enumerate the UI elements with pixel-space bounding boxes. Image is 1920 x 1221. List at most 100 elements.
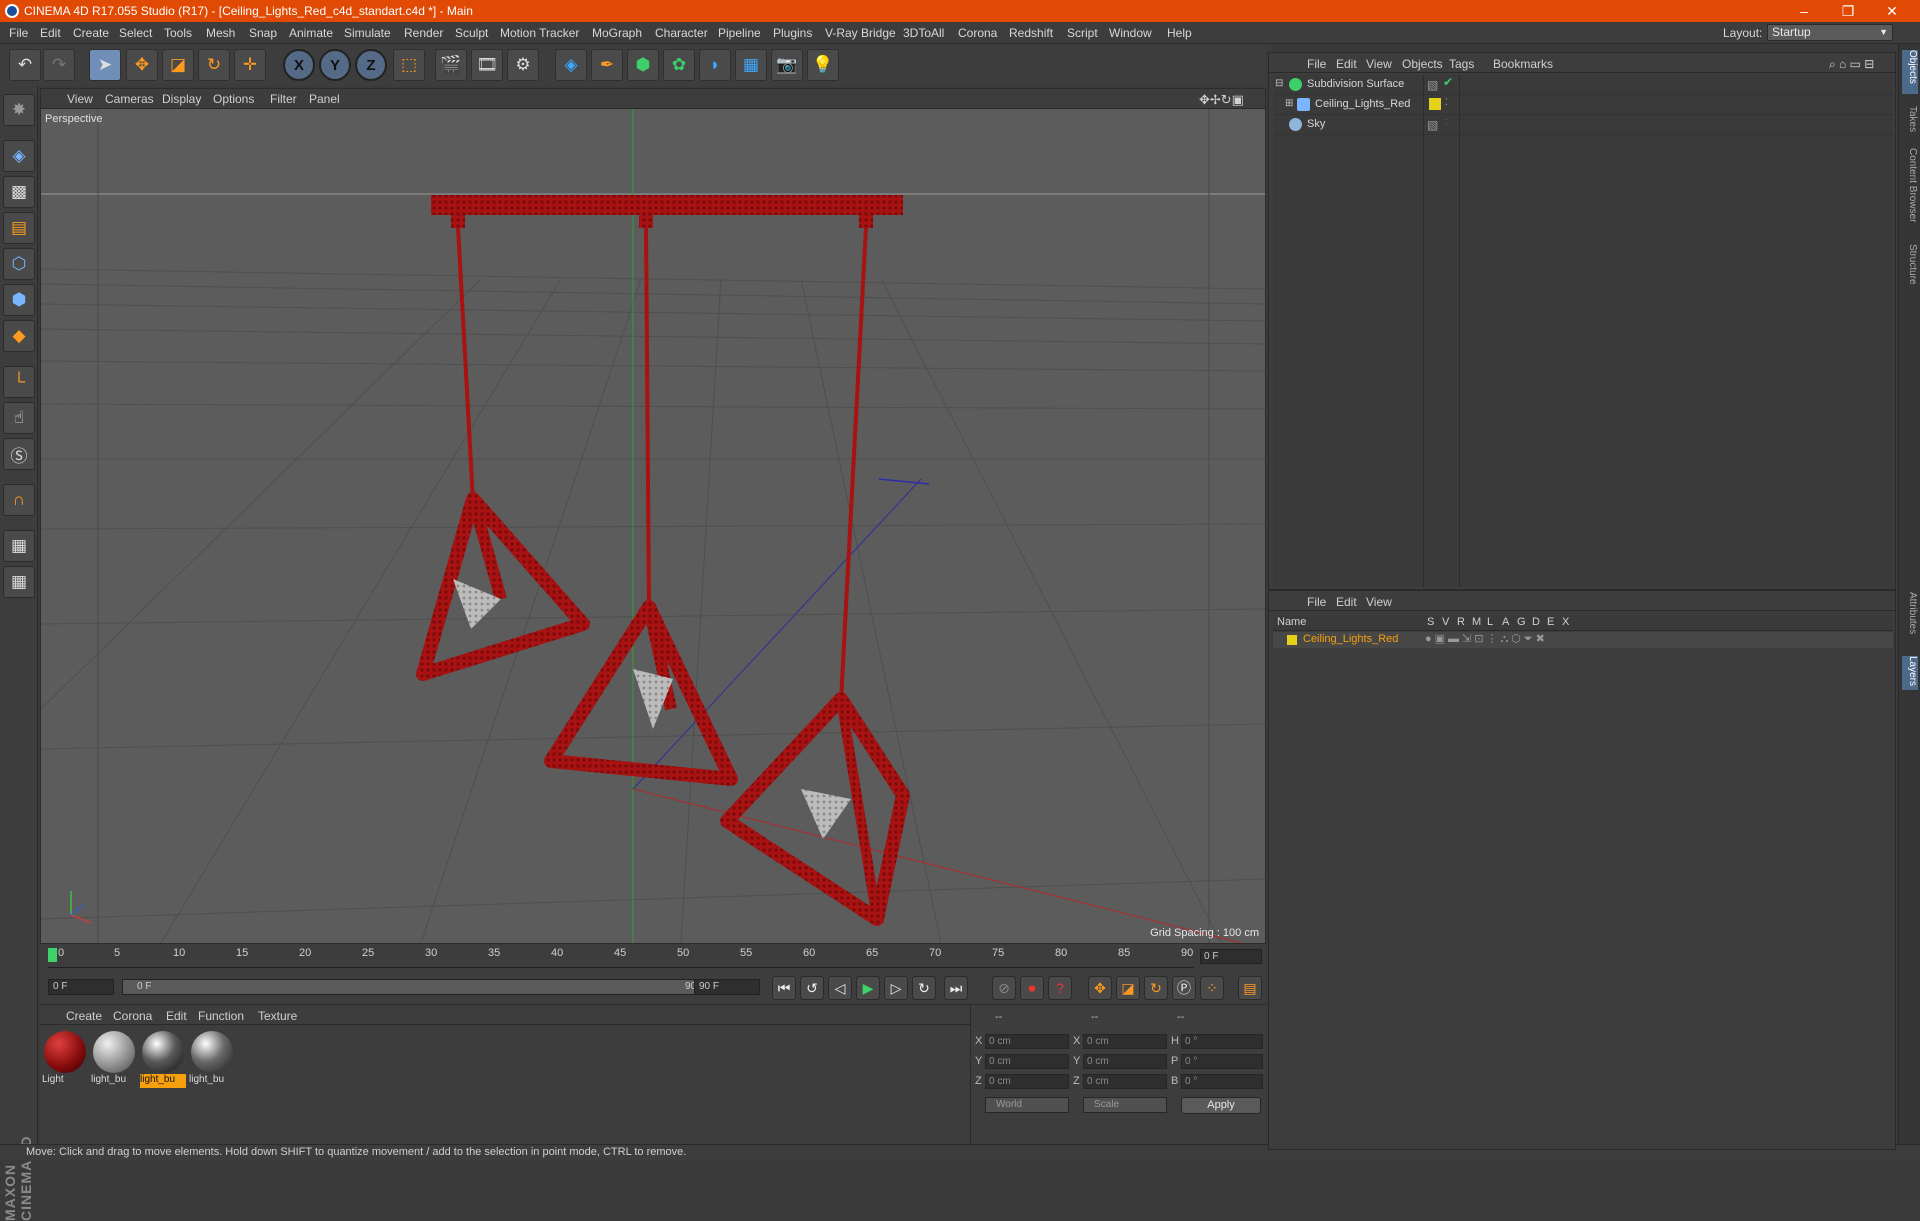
- cloner-icon[interactable]: ✿: [663, 49, 695, 81]
- menu-file[interactable]: File: [9, 26, 28, 40]
- object-row[interactable]: Sky ▧ ⁚: [1273, 115, 1893, 135]
- layout-dropdown[interactable]: Startup ▼: [1767, 24, 1893, 41]
- menu-character[interactable]: Character: [655, 26, 708, 40]
- redo-icon[interactable]: ↷: [43, 49, 75, 81]
- material-menu-function[interactable]: Function: [198, 1009, 244, 1023]
- key-scale-icon[interactable]: ◪: [1116, 976, 1140, 1000]
- obj-menu-tags[interactable]: Tags: [1449, 57, 1474, 71]
- expand-toggle-icon[interactable]: ⊞: [1285, 98, 1293, 109]
- position-x-field[interactable]: 0 cm: [985, 1034, 1069, 1049]
- visibility-dots-icon[interactable]: ⁚: [1445, 117, 1448, 128]
- menu-corona[interactable]: Corona: [958, 26, 997, 40]
- light-icon[interactable]: 💡: [807, 49, 839, 81]
- object-row[interactable]: ⊞ Ceiling_Lights_Red ⁚: [1273, 95, 1893, 115]
- layer-row[interactable]: Ceiling_Lights_Red ●▣▬⇲⊡⋮⛬⬡⏷✖: [1273, 632, 1893, 648]
- menu-animate[interactable]: Animate: [289, 26, 333, 40]
- keyframe-selection-icon[interactable]: ?: [1048, 976, 1072, 1000]
- x-axis-lock-icon[interactable]: X: [283, 49, 315, 81]
- play-forward-icon[interactable]: ▶: [856, 976, 880, 1000]
- snap-icon[interactable]: ∩: [3, 484, 35, 516]
- timeline-ruler[interactable]: 0 5 10 15 20 25 30 35 40 45 50 55 60 65 …: [40, 944, 1266, 970]
- previous-key-icon[interactable]: ↺: [800, 976, 824, 1000]
- autokeying-icon[interactable]: ⏺: [1020, 976, 1044, 1000]
- model-mode-icon[interactable]: ◈: [3, 140, 35, 172]
- frame-range-slider[interactable]: 0 F 90 F: [122, 979, 722, 995]
- key-parameter-icon[interactable]: Ⓟ: [1172, 976, 1196, 1000]
- menu-redshift[interactable]: Redshift: [1009, 26, 1053, 40]
- layer-color-swatch[interactable]: [1287, 635, 1297, 645]
- menu-pipeline[interactable]: Pipeline: [718, 26, 761, 40]
- workplane-icon[interactable]: ▤: [3, 212, 35, 244]
- obj-menu-view[interactable]: View: [1366, 57, 1392, 71]
- obj-menu-edit[interactable]: Edit: [1336, 57, 1357, 71]
- y-axis-lock-icon[interactable]: Y: [319, 49, 351, 81]
- rotation-b-field[interactable]: 0 °: [1181, 1074, 1263, 1089]
- menu-vray-bridge[interactable]: V-Ray Bridge: [825, 26, 896, 40]
- restore-button[interactable]: ❐: [1826, 0, 1870, 22]
- deformer-icon[interactable]: ◗: [699, 49, 731, 81]
- tab-attributes[interactable]: Attributes: [1902, 592, 1918, 634]
- frame-ruler[interactable]: 0 5 10 15 20 25 30 35 40 45 50 55 60 65 …: [48, 946, 1194, 968]
- obj-menu-file[interactable]: File: [1307, 57, 1326, 71]
- viewport-menu-view[interactable]: View: [67, 92, 93, 106]
- material-swatch[interactable]: light_bu: [140, 1029, 186, 1089]
- undo-icon[interactable]: ↶: [9, 49, 41, 81]
- menu-sculpt[interactable]: Sculpt: [455, 26, 488, 40]
- size-y-field[interactable]: 0 cm: [1083, 1054, 1167, 1069]
- material-swatch[interactable]: light_bu: [91, 1029, 137, 1089]
- current-frame-field[interactable]: 0 F: [1200, 949, 1262, 964]
- floor-icon[interactable]: ▦: [735, 49, 767, 81]
- previous-frame-icon[interactable]: ◁: [828, 976, 852, 1000]
- spline-pen-icon[interactable]: ✒: [591, 49, 623, 81]
- menu-mograph[interactable]: MoGraph: [592, 26, 642, 40]
- viewport-nav-icons[interactable]: ✥✢↻▣: [1199, 92, 1244, 108]
- texture-mode-icon[interactable]: ▩: [3, 176, 35, 208]
- rotate-tool-icon[interactable]: ↻: [198, 49, 230, 81]
- next-frame-icon[interactable]: ▷: [884, 976, 908, 1000]
- menu-window[interactable]: Window: [1109, 26, 1152, 40]
- position-y-field[interactable]: 0 cm: [985, 1054, 1069, 1069]
- move-tool-icon[interactable]: ✥: [126, 49, 158, 81]
- viewport-menu-panel[interactable]: Panel: [309, 92, 340, 106]
- record-keys-icon[interactable]: ⊘: [992, 976, 1016, 1000]
- material-swatch[interactable]: Light: [42, 1029, 88, 1089]
- material-menu-edit[interactable]: Edit: [166, 1009, 187, 1023]
- size-z-field[interactable]: 0 cm: [1083, 1074, 1167, 1089]
- rotation-p-field[interactable]: 0 °: [1181, 1054, 1263, 1069]
- menu-plugins[interactable]: Plugins: [773, 26, 812, 40]
- key-rotation-icon[interactable]: ↻: [1144, 976, 1168, 1000]
- menu-3dtoall[interactable]: 3DToAll: [903, 26, 944, 40]
- render-to-picture-viewer-icon[interactable]: 🎞: [471, 49, 503, 81]
- material-menu-corona[interactable]: Corona: [113, 1009, 152, 1023]
- end-frame-field[interactable]: 90 F: [694, 979, 760, 995]
- collapse-toggle-icon[interactable]: ⊟: [1275, 78, 1283, 89]
- minimize-button[interactable]: –: [1782, 0, 1826, 22]
- camera-icon[interactable]: 📷: [771, 49, 803, 81]
- search-icon[interactable]: ⌕ ⌂ ▭ ⊟: [1829, 57, 1874, 72]
- editor-visibility-icon[interactable]: ▧: [1427, 78, 1438, 92]
- layer-name[interactable]: Ceiling_Lights_Red: [1303, 633, 1398, 645]
- playhead-marker[interactable]: [48, 948, 57, 962]
- visibility-dots-icon[interactable]: ⁚: [1445, 97, 1448, 108]
- menu-tools[interactable]: Tools: [164, 26, 192, 40]
- transform-tool-icon[interactable]: ✛: [234, 49, 266, 81]
- planar-workplane-icon[interactable]: ▦: [3, 566, 35, 598]
- timeline-window-icon[interactable]: ▤: [1238, 976, 1262, 1000]
- key-point-level-icon[interactable]: ⁘: [1200, 976, 1224, 1000]
- menu-select[interactable]: Select: [119, 26, 152, 40]
- menu-simulate[interactable]: Simulate: [344, 26, 391, 40]
- rotation-h-field[interactable]: 0 °: [1181, 1034, 1263, 1049]
- menu-script[interactable]: Script: [1067, 26, 1098, 40]
- position-z-field[interactable]: 0 cm: [985, 1074, 1069, 1089]
- size-x-field[interactable]: 0 cm: [1083, 1034, 1167, 1049]
- subdivision-surface-icon[interactable]: ⬢: [627, 49, 659, 81]
- material-menu-texture[interactable]: Texture: [258, 1009, 297, 1023]
- viewport-menu-cameras[interactable]: Cameras: [105, 92, 154, 106]
- perspective-viewport[interactable]: View Cameras Display Options Filter Pane…: [40, 88, 1266, 944]
- layer-menu-edit[interactable]: Edit: [1336, 595, 1357, 609]
- menu-create[interactable]: Create: [73, 26, 109, 40]
- layer-color-tag[interactable]: [1429, 98, 1441, 110]
- size-mode-select[interactable]: Scale: [1083, 1097, 1167, 1113]
- tab-objects[interactable]: Objects: [1902, 50, 1918, 94]
- axis-mode-icon[interactable]: └: [3, 366, 35, 398]
